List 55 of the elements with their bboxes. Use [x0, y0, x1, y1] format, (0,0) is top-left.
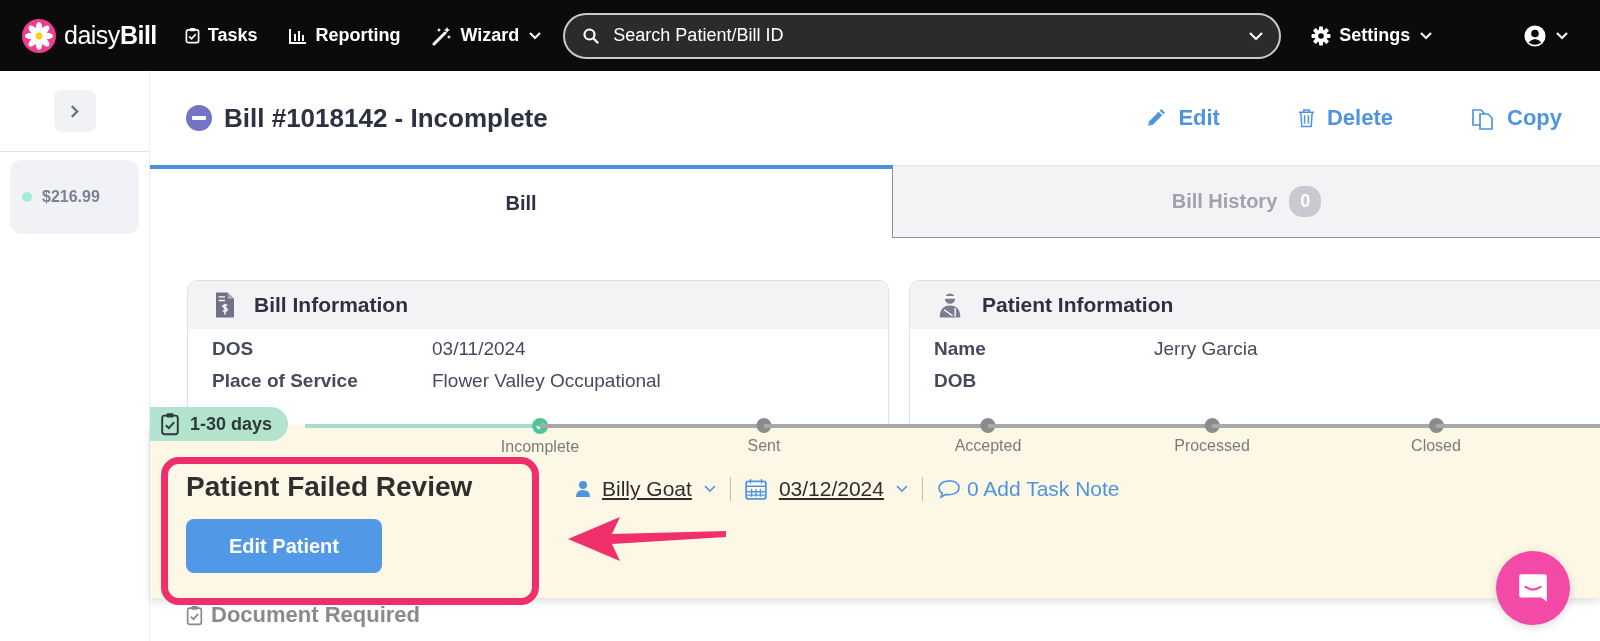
chevron-down-icon [703, 485, 716, 493]
search-icon [583, 27, 600, 44]
bar-chart-icon [289, 27, 308, 44]
tab[interactable]: Bill [150, 165, 893, 238]
daisy-logo-icon[interactable] [22, 18, 56, 53]
card-title: Patient Information [982, 293, 1174, 317]
chat-button[interactable] [1496, 551, 1570, 625]
chevron-down-icon [1556, 31, 1568, 40]
clipboard-check-icon [186, 604, 203, 626]
task-title-text: Document Required [211, 602, 421, 628]
person-icon [576, 481, 590, 497]
calendar-icon [744, 478, 767, 500]
nav-link[interactable]: Wizard [422, 19, 552, 52]
bill-amount: $216.99 [42, 188, 100, 206]
field-value: Jerry Garcia [1154, 338, 1258, 360]
speech-bubble-icon [937, 479, 961, 499]
trash-icon [1297, 108, 1315, 128]
chevron-down-icon [896, 485, 908, 493]
chevron-down-icon[interactable] [1249, 31, 1264, 41]
search-field[interactable]: Search Patient/Bill ID [563, 12, 1282, 59]
copy-icon [1471, 106, 1495, 130]
age-text: 1-30 days [190, 413, 273, 435]
field-label: DOS [212, 338, 255, 360]
settings-icon [1311, 25, 1332, 46]
chat-icon [1516, 571, 1550, 605]
step-label: Accepted [954, 437, 1022, 455]
field-value: 03/11/2024 [432, 338, 526, 360]
chevron-down-icon [1420, 31, 1433, 40]
field-label: DOB [934, 370, 978, 392]
step-label: Sent [747, 437, 781, 455]
invoice-icon [216, 292, 234, 318]
status-icon [186, 105, 212, 131]
assignee-dropdown[interactable]: Billy Goat [576, 477, 716, 501]
card-title: Bill Information [254, 293, 408, 317]
user-avatar-icon [1524, 24, 1546, 47]
field-label: Place of Service [212, 370, 359, 392]
step-label: Incomplete [500, 438, 580, 456]
field-label: Name [934, 338, 987, 360]
nav-link[interactable]: Reporting [279, 19, 411, 52]
brand-name[interactable]: daisyBill [64, 21, 157, 50]
task-heading: Patient Failed Review [186, 471, 474, 503]
chevron-down-icon [529, 31, 542, 40]
chevron-right-icon [70, 103, 79, 119]
bill-title: Bill #1018142 - Incomplete [224, 102, 548, 134]
magic-wand-icon [432, 25, 453, 46]
due-date-dropdown[interactable]: 03/12/2024 [744, 477, 908, 501]
settings-menu[interactable]: Settings [1301, 19, 1443, 52]
injured-person-icon [938, 291, 962, 319]
step-label: Processed [1174, 437, 1250, 455]
step-label: Closed [1411, 437, 1461, 455]
pencil-icon [1145, 107, 1167, 129]
clipboard-check-icon [160, 412, 180, 436]
field-value: Flower Valley Occupational [432, 370, 661, 392]
clipboard-check-icon [184, 27, 200, 44]
nav-link[interactable]: Tasks [174, 19, 268, 52]
